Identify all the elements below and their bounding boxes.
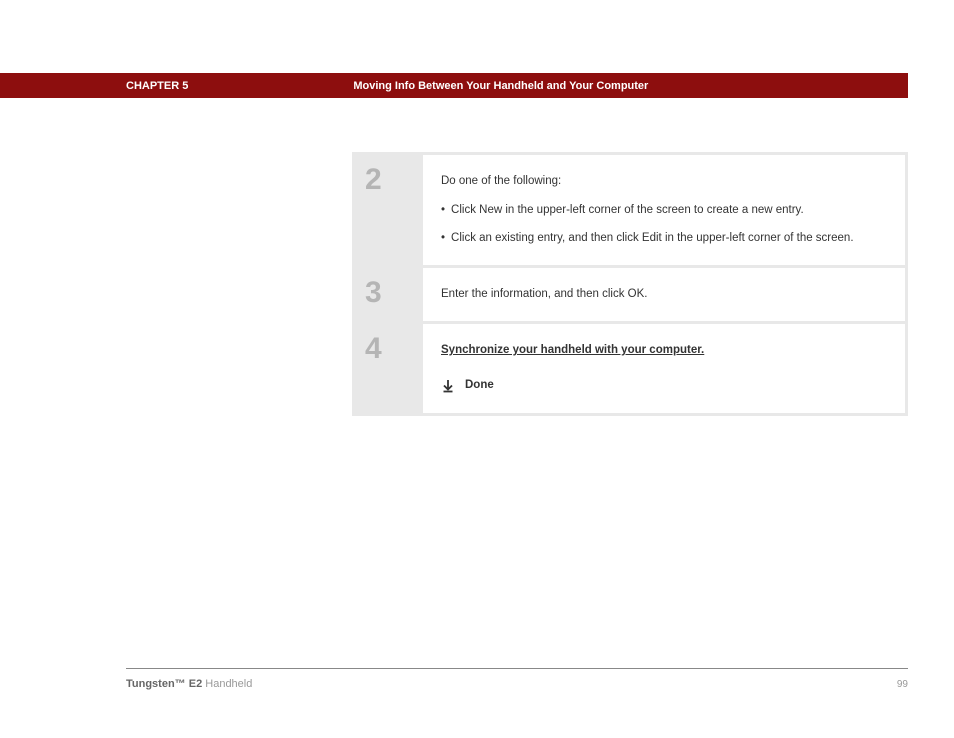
page-footer: Tungsten™ E2 Handheld 99: [126, 678, 908, 690]
step-row-2: 2 Do one of the following: • Click New i…: [355, 155, 905, 268]
done-row: Done: [441, 377, 875, 394]
steps-table: 2 Do one of the following: • Click New i…: [352, 152, 908, 416]
synchronize-link[interactable]: Synchronize your handheld with your comp…: [441, 342, 704, 359]
step-row-3: 3 Enter the information, and then click …: [355, 268, 905, 324]
step-content: Synchronize your handheld with your comp…: [423, 324, 905, 413]
chapter-header-bar: CHAPTER 5 Moving Info Between Your Handh…: [0, 73, 908, 98]
bullet-marker-icon: •: [441, 202, 445, 219]
step-number: 4: [365, 334, 423, 364]
step-number: 3: [365, 278, 423, 308]
page-number: 99: [897, 679, 908, 690]
footer-divider: [126, 668, 908, 669]
product-name-bold: Tungsten™ E2: [126, 678, 202, 690]
product-name-rest: Handheld: [202, 678, 252, 690]
chapter-title: Moving Info Between Your Handheld and Yo…: [353, 80, 648, 92]
step-number-cell: 4: [355, 324, 423, 413]
step-content: Enter the information, and then click OK…: [423, 268, 905, 321]
step-number-cell: 2: [355, 155, 423, 265]
done-label: Done: [465, 377, 494, 394]
step-intro-text: Do one of the following:: [441, 173, 875, 190]
product-name: Tungsten™ E2 Handheld: [126, 678, 252, 690]
bullet-item: • Click an existing entry, and then clic…: [441, 230, 875, 247]
step-row-4: 4 Synchronize your handheld with your co…: [355, 324, 905, 413]
step-text: Enter the information, and then click OK…: [441, 288, 647, 300]
step-content: Do one of the following: • Click New in …: [423, 155, 905, 265]
step-number-cell: 3: [355, 268, 423, 321]
chapter-label: CHAPTER 5: [126, 80, 188, 92]
step-number: 2: [365, 165, 423, 195]
bullet-item: • Click New in the upper-left corner of …: [441, 202, 875, 219]
bullet-marker-icon: •: [441, 230, 445, 247]
bullet-text: Click New in the upper-left corner of th…: [451, 202, 804, 219]
bullet-text: Click an existing entry, and then click …: [451, 230, 854, 247]
done-arrow-icon: [441, 379, 455, 393]
